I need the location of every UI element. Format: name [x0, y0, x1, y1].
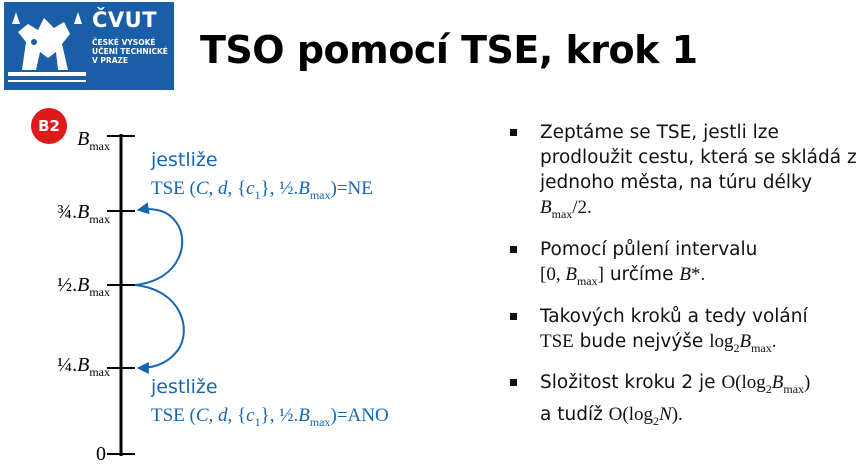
bullet-text: Složitost kroku 2 je [540, 372, 722, 394]
upper-condition-call: TSE (C, d, {c1}, ½.Bmax)=NE [151, 178, 373, 202]
bullet-item: Pomocí půlení intervalu [0, Bmax] určíme… [508, 237, 860, 294]
bullet-square-icon [510, 379, 517, 387]
bullet-text: určíme [603, 263, 680, 285]
bullet-list: Zeptáme se TSE, jestli lze prodloužit ce… [508, 120, 860, 444]
tick-label-bmax: Bmax [77, 128, 110, 153]
bullet-text: a tudíž [540, 404, 609, 426]
bullet-item: Takových kroků a tedy volání TSE bude ne… [508, 304, 860, 361]
bullet-text: Zeptáme se TSE, jestli lze prodloužit ce… [540, 122, 857, 193]
tick-label-half: ½.Bmax [57, 274, 110, 299]
math-log: log2Bmax. [709, 330, 777, 355]
bullet-text: Pomocí půlení intervalu [540, 238, 758, 260]
bullet-item: Složitost kroku 2 je O(log2Bmax) a tudíž… [508, 370, 860, 434]
lower-condition-call: TSE (C, d, {c1}, ½.Bmax)=ANO [151, 405, 389, 429]
math-complexity-n: O(log2N). [608, 404, 683, 428]
upper-condition-word: jestliže [150, 149, 218, 171]
bullet-text: Takových kroků a tedy volání [540, 305, 808, 327]
math-interval: [0, Bmax] [540, 263, 604, 288]
bullet-text: bude nejvýše [573, 330, 710, 352]
math-complexity: O(log2Bmax) [721, 372, 811, 397]
interval-axis-diagram: Bmax ¾.Bmax ½.Bmax ¼.Bmax 0 jestliže TSE… [57, 128, 389, 465]
tick-label-zero: 0 [96, 443, 106, 465]
bullet-square-icon [510, 129, 517, 136]
bullet-square-icon [510, 312, 517, 320]
math-tse: TSE [540, 330, 574, 352]
arrow-up [134, 202, 184, 286]
math-bstar: B*. [679, 263, 706, 285]
bullet-item: Zeptáme se TSE, jestli lze prodloužit ce… [508, 120, 860, 227]
lower-condition-word: jestliže [150, 376, 218, 398]
math-b: Bmax/2. [540, 197, 592, 221]
tick-label-three-quarters: ¾.Bmax [57, 201, 110, 226]
bullet-square-icon [510, 245, 517, 253]
arrow-down [134, 284, 185, 374]
tick-label-quarter: ¼.Bmax [57, 354, 110, 379]
